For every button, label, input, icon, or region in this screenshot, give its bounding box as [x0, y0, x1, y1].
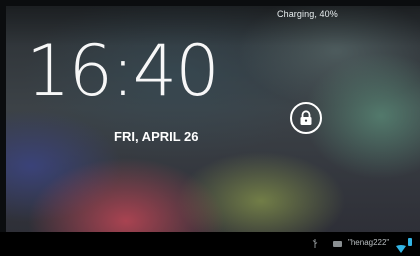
battery-small-icon: [333, 241, 342, 247]
charging-status-text: Charging, 40%: [277, 9, 338, 19]
network-name-text: "henag222": [348, 238, 390, 247]
unlock-button[interactable]: [290, 102, 322, 134]
wifi-icon: [396, 238, 406, 256]
lockscreen-clock: 16:40: [26, 30, 220, 112]
lockscreen-date: FRI, APRIL 26: [114, 129, 199, 144]
device-screen: Charging, 40% 16:40 FRI, APRIL 26 "henag…: [0, 0, 420, 256]
padlock-icon: [300, 110, 312, 125]
usb-icon: [312, 239, 318, 250]
battery-icon: [408, 238, 412, 246]
